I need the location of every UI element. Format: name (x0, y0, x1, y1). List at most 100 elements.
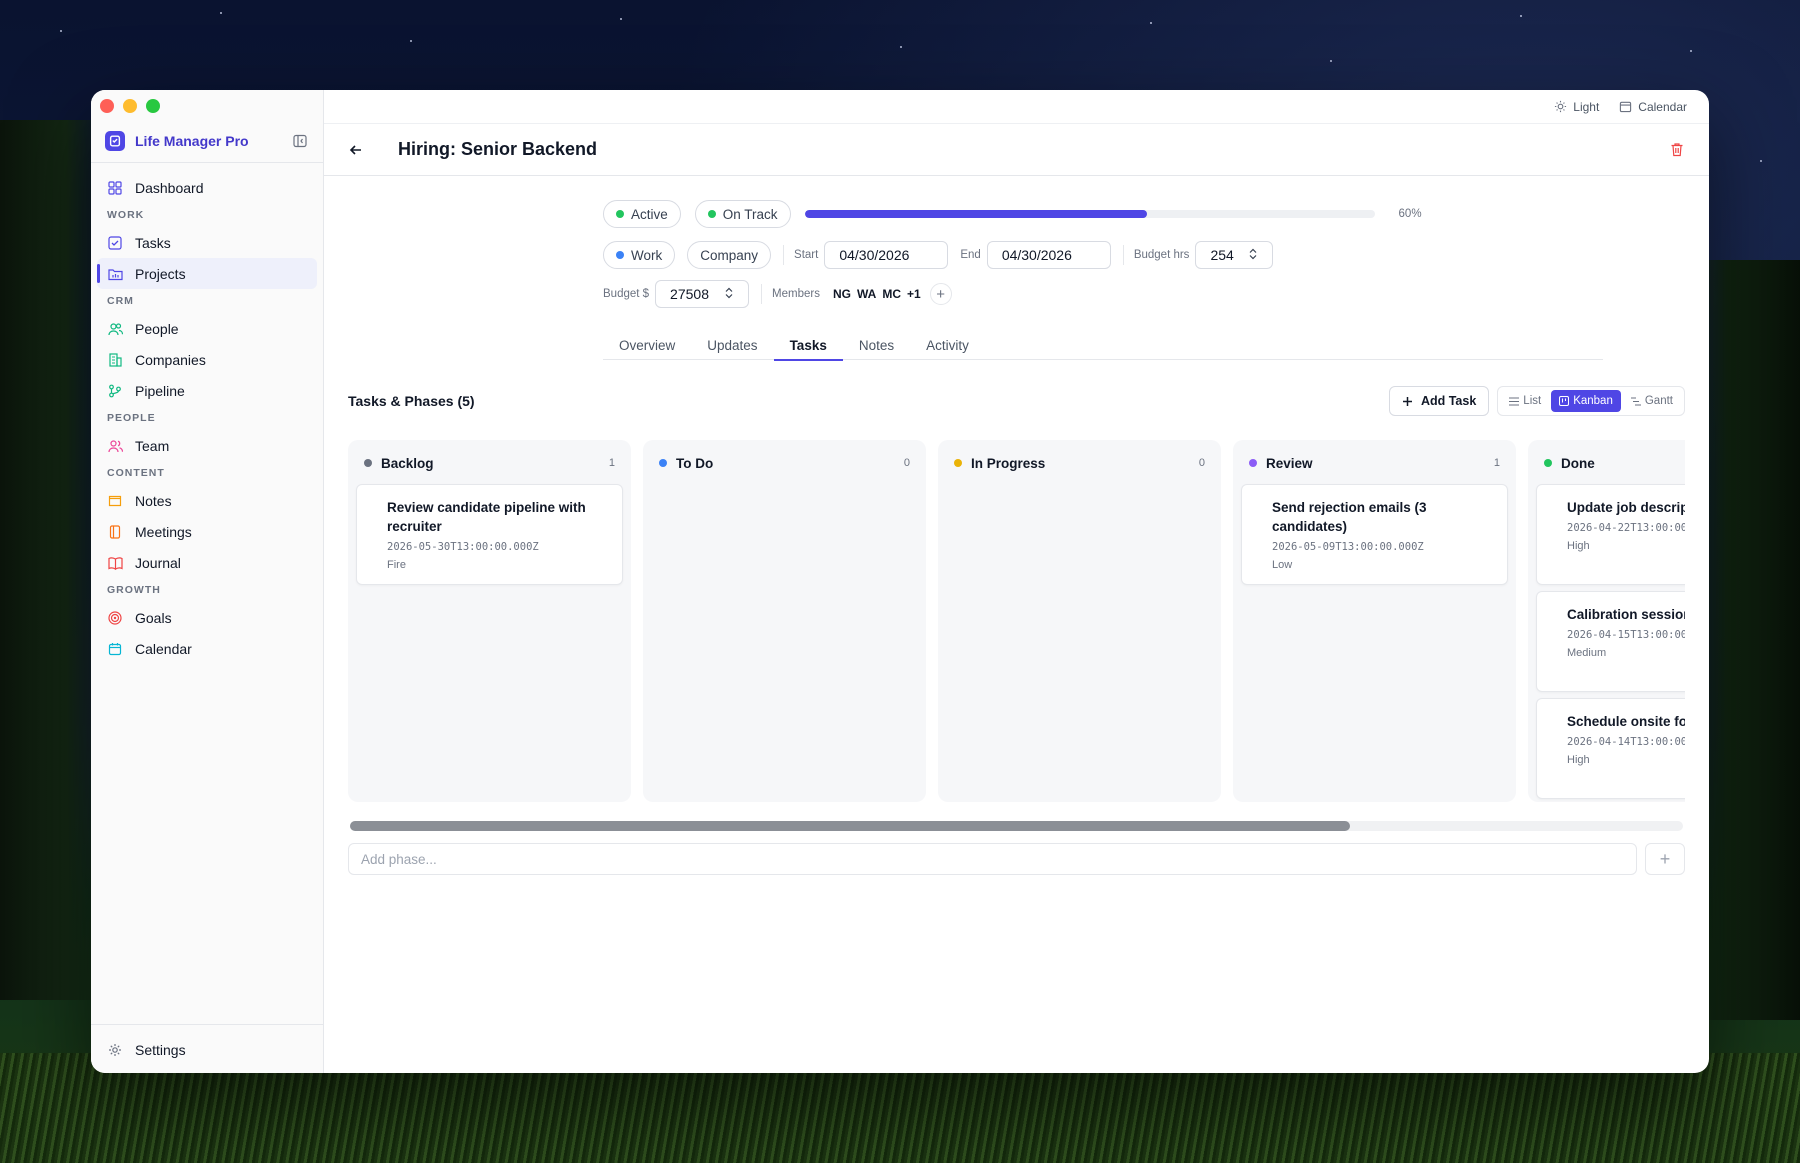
sidebar-item-label: Meetings (135, 523, 192, 540)
scope-badge[interactable]: Company (687, 241, 772, 269)
budget-field[interactable]: 27508 (655, 280, 750, 308)
column-count: 1 (1493, 457, 1500, 469)
grid-icon (107, 180, 123, 196)
tab-activity[interactable]: Activity (910, 330, 985, 360)
add-phase-input[interactable] (348, 843, 1637, 875)
sidebar-item-goals[interactable]: Goals (97, 602, 317, 633)
status-badge[interactable]: Active (603, 200, 681, 228)
column-count: 0 (1198, 457, 1205, 469)
column-dot (1544, 459, 1552, 467)
note-icon (107, 493, 123, 509)
task-card[interactable]: Update job description level 2026-04-22T… (1536, 484, 1685, 585)
team-icon (107, 438, 123, 454)
sidebar-item-tasks[interactable]: Tasks (97, 227, 317, 258)
divider (761, 284, 763, 304)
add-phase-button[interactable]: + (1645, 843, 1685, 875)
gear-icon (107, 1042, 123, 1058)
column-title: To Do (676, 455, 714, 471)
sidebar-item-meetings[interactable]: Meetings (97, 516, 317, 547)
member-avatar[interactable]: MC (879, 287, 904, 301)
back-button[interactable] (344, 138, 368, 162)
health-badge[interactable]: On Track (694, 200, 791, 228)
task-card[interactable]: Review candidate pipeline with recruiter… (356, 484, 623, 585)
member-overflow[interactable]: +1 (904, 287, 924, 301)
delete-project-button[interactable] (1665, 138, 1689, 162)
progress-label: 60% (1398, 208, 1422, 220)
task-date: 2026-04-14T13:00:00.000Z (1567, 736, 1685, 748)
column-title: Backlog (381, 455, 434, 471)
budget-hrs-field[interactable]: 254 (1195, 241, 1274, 269)
sidebar-item-settings[interactable]: Settings (97, 1034, 317, 1065)
board-scrollbar[interactable] (350, 821, 1683, 831)
trash-icon (1671, 143, 1683, 157)
column-dot (364, 459, 372, 467)
project-tabs: Overview Updates Tasks Notes Activity (603, 330, 1603, 361)
task-priority: Fire (387, 559, 406, 571)
app-name: Life Manager Pro (135, 133, 249, 149)
tab-tasks[interactable]: Tasks (773, 330, 844, 361)
view-gantt-button[interactable]: Gantt (1623, 390, 1681, 412)
column-header: In Progress 0 (946, 448, 1213, 478)
add-member-button[interactable]: + (929, 283, 952, 305)
sidebar-item-label: Pipeline (135, 382, 185, 399)
tab-updates[interactable]: Updates (691, 330, 773, 360)
progress-fill (804, 210, 1147, 218)
sidebar-item-projects[interactable]: Projects (97, 258, 317, 289)
task-card[interactable]: Calibration session Priya 2026-04-15T13:… (1536, 591, 1685, 692)
sidebar-item-pipeline[interactable]: Pipeline (97, 375, 317, 406)
sidebar-item-companies[interactable]: Companies (97, 344, 317, 375)
minimize-window-button[interactable] (123, 99, 137, 113)
status-dot (616, 210, 624, 218)
tab-notes[interactable]: Notes (843, 330, 910, 360)
task-priority: Medium (1567, 647, 1607, 659)
gantt-icon (1630, 397, 1641, 405)
members-label: Members (772, 288, 820, 300)
view-kanban-button[interactable]: Kanban (1551, 390, 1621, 412)
member-avatar[interactable]: NG (830, 287, 854, 301)
add-phase-row: + (348, 843, 1685, 875)
column-header: Review 1 (1241, 448, 1508, 478)
board-actions: Add Task List Kanban Gantt (1388, 386, 1685, 416)
collapse-sidebar-button[interactable] (291, 132, 309, 150)
git-branch-icon (107, 383, 123, 399)
end-date-field[interactable]: 04/30/2026 (986, 241, 1111, 269)
column-title: In Progress (971, 455, 1046, 471)
sidebar-item-notes[interactable]: Notes (97, 485, 317, 516)
member-avatar[interactable]: WA (854, 287, 879, 301)
view-list-button[interactable]: List (1501, 390, 1549, 412)
column-title: Review (1266, 455, 1313, 471)
sidebar-item-label: Settings (135, 1041, 186, 1058)
scope-label: Company (700, 247, 759, 263)
divider (1122, 245, 1124, 265)
scrollbar-thumb[interactable] (350, 821, 1350, 831)
list-icon (1509, 397, 1520, 405)
column-header: To Do 0 (651, 448, 918, 478)
main-content: Light Calendar Hiring: Senior Backend Ac… (324, 90, 1709, 1073)
sidebar-item-calendar[interactable]: Calendar (97, 633, 317, 664)
budget-label: Budget $ (603, 288, 650, 300)
sidebar-item-team[interactable]: Team (97, 430, 317, 461)
tab-overview[interactable]: Overview (603, 330, 691, 360)
theme-toggle-button[interactable]: Light (1554, 100, 1599, 114)
sidebar-item-journal[interactable]: Journal (97, 547, 317, 578)
category-badge[interactable]: Work (603, 241, 676, 269)
close-window-button[interactable] (100, 99, 114, 113)
sidebar-nav: Dashboard WORK Tasks Projects CRM People… (97, 172, 317, 664)
category-dot (616, 251, 624, 259)
task-card[interactable]: Send rejection emails (3 candidates) 202… (1241, 484, 1508, 585)
sidebar-item-people[interactable]: People (97, 313, 317, 344)
sidebar-item-dashboard[interactable]: Dashboard (97, 172, 317, 203)
add-task-button[interactable]: Add Task (1388, 386, 1490, 416)
calendar-button[interactable]: Calendar (1619, 100, 1687, 114)
kanban-column-backlog: Backlog 1 Review candidate pipeline with… (348, 440, 631, 802)
brand: Life Manager Pro (105, 128, 309, 154)
task-title: Review candidate pipeline with recruiter (387, 500, 586, 534)
window-controls (100, 99, 160, 113)
sidebar-item-label: Dashboard (135, 179, 204, 196)
start-date-field[interactable]: 04/30/2026 (824, 241, 949, 269)
maximize-window-button[interactable] (146, 99, 160, 113)
section-label-growth: GROWTH (107, 584, 161, 596)
calendar-label: Calendar (1638, 99, 1687, 114)
divider (91, 1024, 323, 1025)
task-card[interactable]: Schedule onsite for candidates 2026-04-1… (1536, 698, 1685, 799)
